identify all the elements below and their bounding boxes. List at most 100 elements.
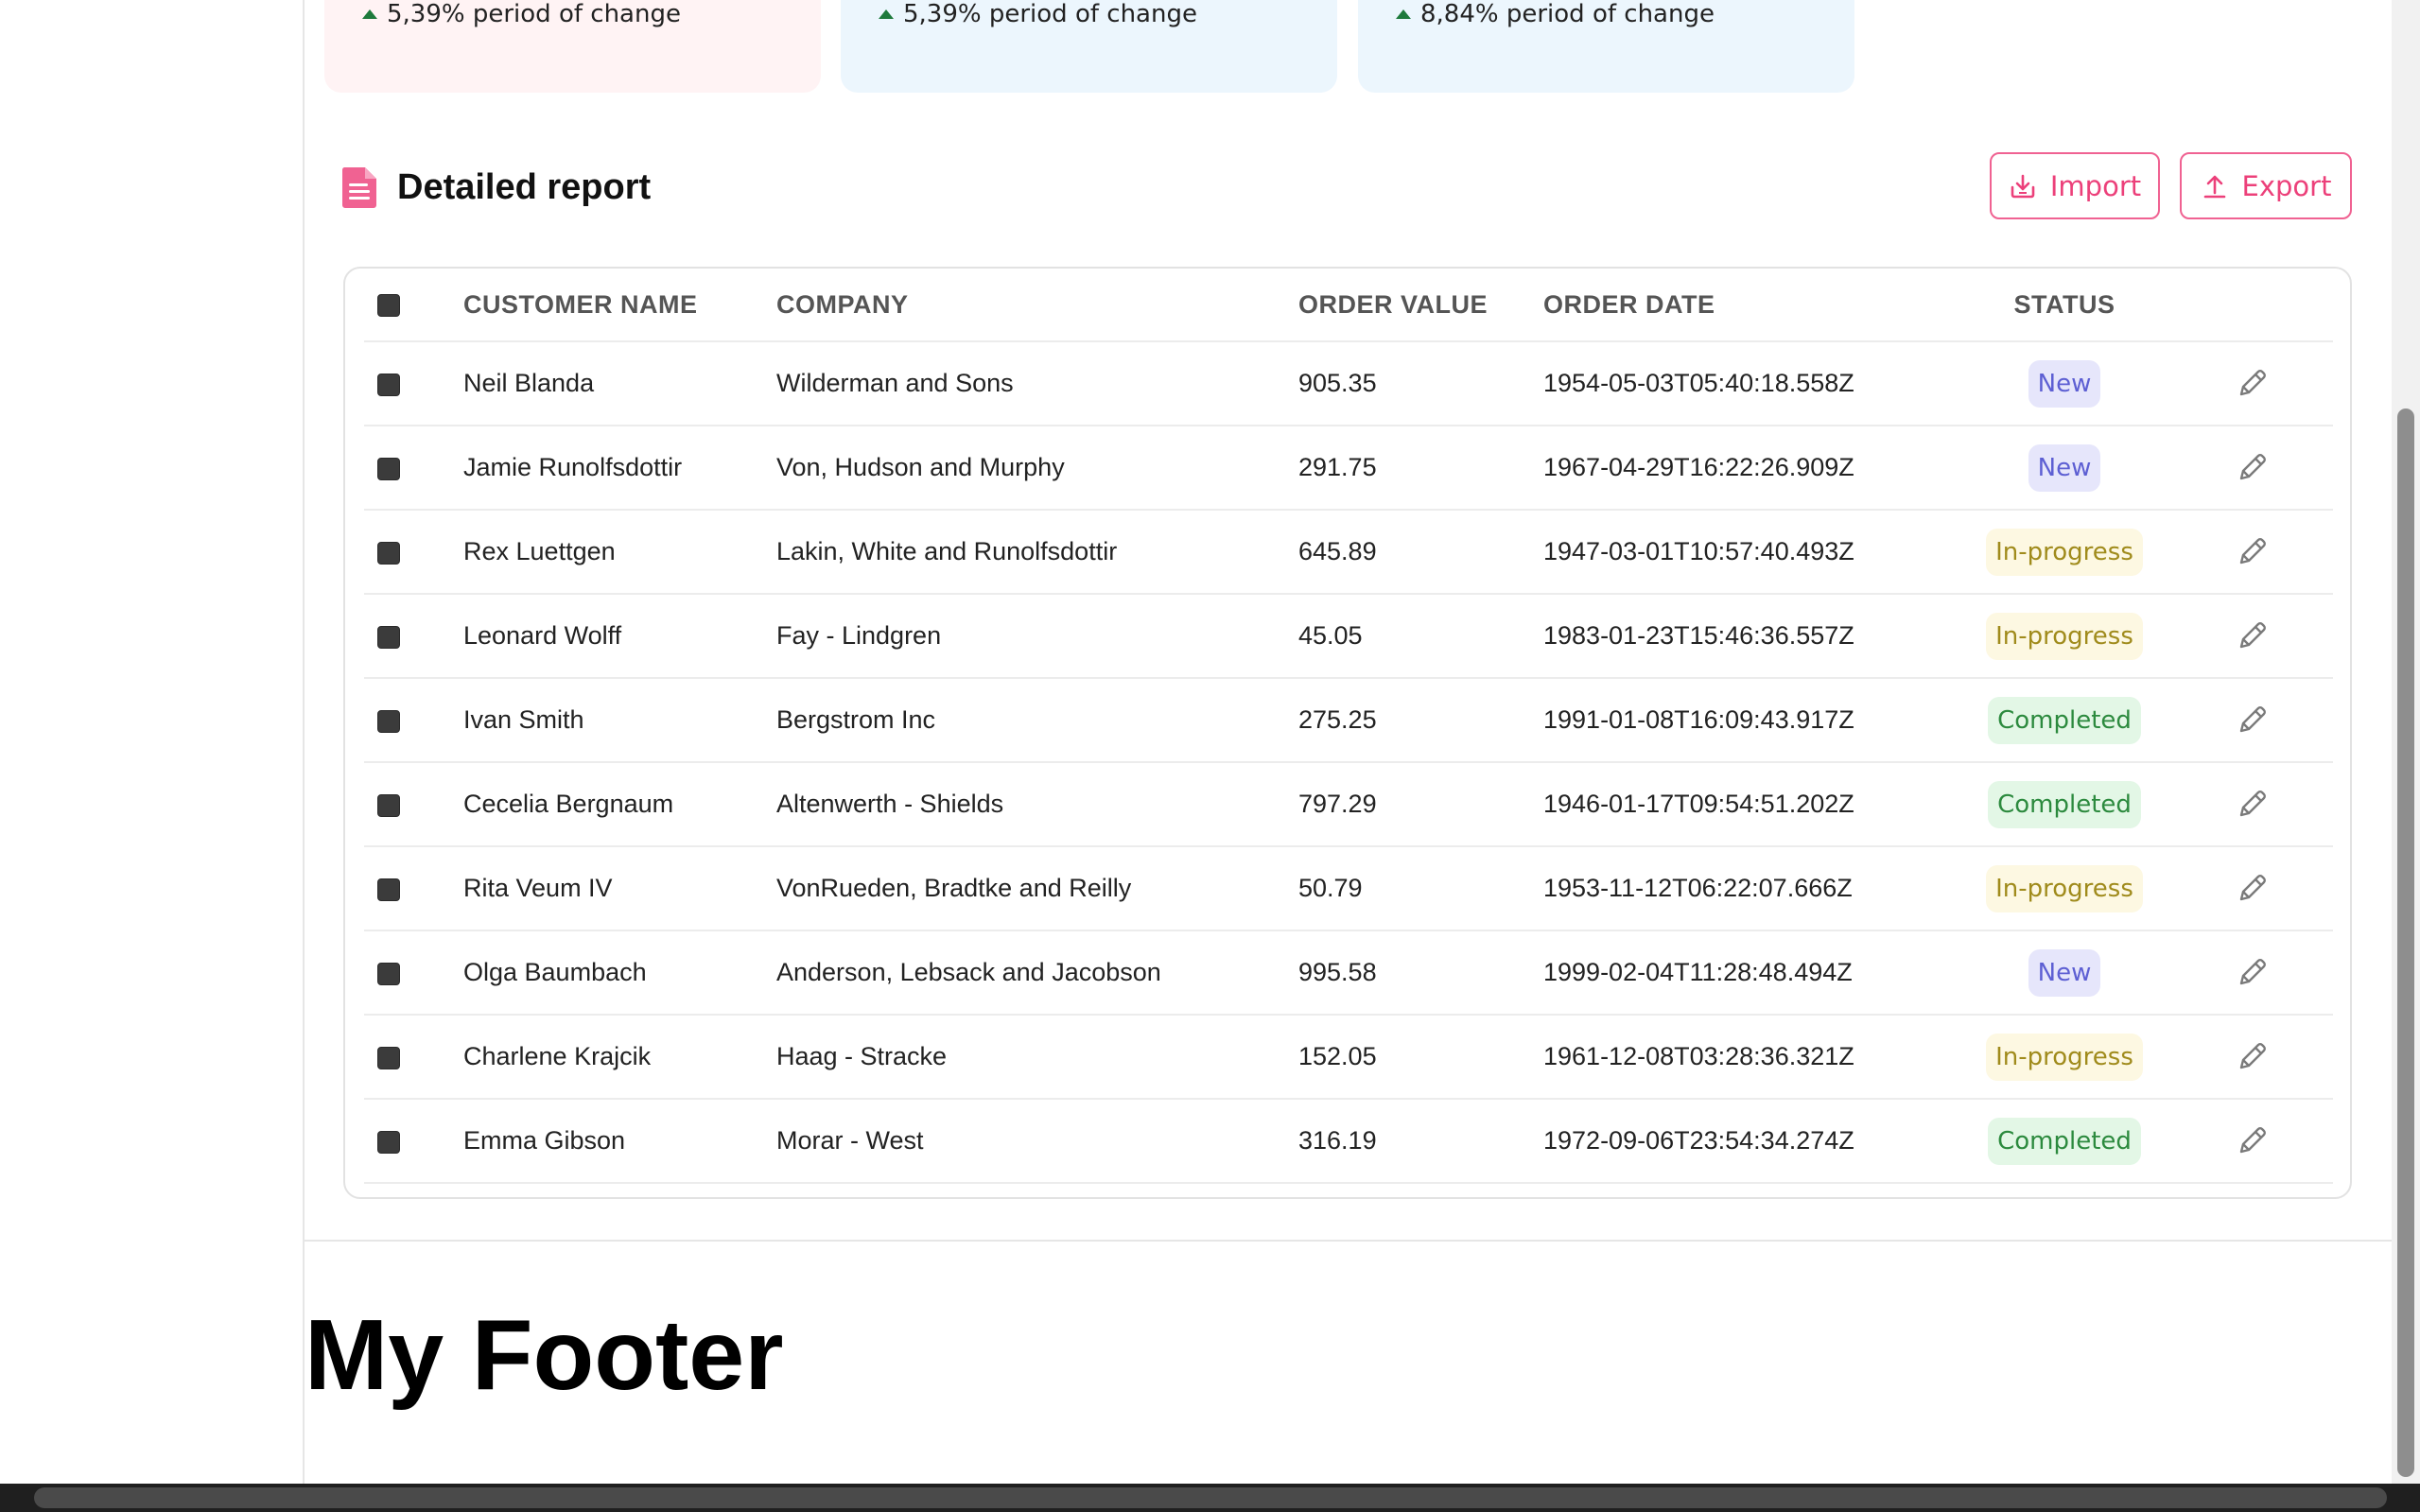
order-value: 995.58 bbox=[1294, 931, 1539, 1016]
horizontal-scrollbar[interactable] bbox=[0, 1484, 2420, 1512]
status-badge: Completed bbox=[1988, 696, 2141, 744]
vertical-scrollbar[interactable] bbox=[2392, 0, 2420, 1484]
order-date: 1953-11-12T06:22:07.666Z bbox=[1539, 847, 1959, 931]
import-button[interactable]: Import bbox=[1990, 152, 2160, 219]
select-all-checkbox[interactable] bbox=[377, 294, 400, 318]
row-checkbox[interactable] bbox=[377, 625, 400, 649]
edit-button[interactable] bbox=[2234, 787, 2270, 823]
table-header-row: CUSTOMER NAME COMPANY ORDER VALUE ORDER … bbox=[364, 269, 2333, 342]
table-row: Cecelia Bergnaum Altenwerth - Shields 797.… bbox=[364, 763, 2333, 847]
order-date: 1999-02-04T11:28:48.494Z bbox=[1539, 931, 1959, 1016]
table-row: Rita Veum IV VonRueden, Bradtke and Reill… bbox=[364, 847, 2333, 931]
table-row: Jamie Runolfsdottir Von, Hudson and Murph… bbox=[364, 426, 2333, 511]
company: Wilderman and Sons bbox=[772, 342, 1294, 426]
edit-button[interactable] bbox=[2234, 1123, 2270, 1159]
document-icon bbox=[341, 167, 376, 208]
row-checkbox[interactable] bbox=[377, 962, 400, 985]
status-cell: Completed bbox=[1959, 679, 2170, 763]
customer-name: Rex Luettgen bbox=[459, 511, 772, 595]
order-date: 1983-01-23T15:46:36.557Z bbox=[1539, 595, 1959, 679]
horizontal-scrollbar-thumb[interactable] bbox=[34, 1487, 2387, 1508]
stat-change: 5,39% period of change bbox=[879, 0, 1197, 28]
company: Morar - West bbox=[772, 1100, 1294, 1184]
status-cell: Completed bbox=[1959, 1100, 2170, 1184]
edit-cell bbox=[2170, 342, 2333, 426]
order-date: 1991-01-08T16:09:43.917Z bbox=[1539, 679, 1959, 763]
order-date: 1972-09-06T23:54:34.274Z bbox=[1539, 1100, 1959, 1184]
footer-title: My Footer bbox=[305, 1299, 784, 1411]
row-checkbox[interactable] bbox=[377, 878, 400, 901]
pencil-icon bbox=[2239, 874, 2266, 900]
order-value: 152.05 bbox=[1294, 1016, 1539, 1100]
company: Bergstrom Inc bbox=[772, 679, 1294, 763]
stat-change-label: 8,84% period of change bbox=[1420, 0, 1715, 28]
table-row: Olga Baumbach Anderson, Lebsack and Jacob… bbox=[364, 931, 2333, 1016]
customer-name: Charlene Krajcik bbox=[459, 1016, 772, 1100]
order-date: 1954-05-03T05:40:18.558Z bbox=[1539, 342, 1959, 426]
header-order-value: ORDER VALUE bbox=[1294, 269, 1539, 342]
status-cell: In-progress bbox=[1959, 847, 2170, 931]
row-checkbox-cell bbox=[364, 595, 459, 679]
edit-cell bbox=[2170, 426, 2333, 511]
edit-button[interactable] bbox=[2234, 1039, 2270, 1075]
header-customer-name: CUSTOMER NAME bbox=[459, 269, 772, 342]
status-badge: Completed bbox=[1988, 1117, 2141, 1165]
edit-button[interactable] bbox=[2234, 534, 2270, 570]
import-icon bbox=[2011, 174, 2035, 198]
status-badge: In-progress bbox=[1986, 612, 2143, 660]
header-order-date: ORDER DATE bbox=[1539, 269, 1959, 342]
order-date: 1946-01-17T09:54:51.202Z bbox=[1539, 763, 1959, 847]
order-value: 905.35 bbox=[1294, 342, 1539, 426]
vertical-scrollbar-thumb[interactable] bbox=[2397, 408, 2414, 1477]
company: Haag - Stracke bbox=[772, 1016, 1294, 1100]
status-cell: New bbox=[1959, 931, 2170, 1016]
edit-button[interactable] bbox=[2234, 703, 2270, 739]
edit-button[interactable] bbox=[2234, 366, 2270, 402]
order-value: 45.05 bbox=[1294, 595, 1539, 679]
row-checkbox[interactable] bbox=[377, 541, 400, 565]
report-table: CUSTOMER NAME COMPANY ORDER VALUE ORDER … bbox=[364, 269, 2333, 1184]
row-checkbox[interactable] bbox=[377, 1130, 400, 1154]
order-date: 1967-04-29T16:22:26.909Z bbox=[1539, 426, 1959, 511]
status-badge: New bbox=[2028, 359, 2101, 408]
export-label: Export bbox=[2241, 169, 2332, 202]
edit-button[interactable] bbox=[2234, 618, 2270, 654]
page: 5,39% period of change 5,39% period of c… bbox=[0, 0, 2420, 1512]
edit-cell bbox=[2170, 679, 2333, 763]
customer-name: Neil Blanda bbox=[459, 342, 772, 426]
pencil-icon bbox=[2239, 453, 2266, 479]
row-checkbox[interactable] bbox=[377, 709, 400, 733]
order-date: 1961-12-08T03:28:36.321Z bbox=[1539, 1016, 1959, 1100]
pencil-icon bbox=[2239, 705, 2266, 732]
export-button[interactable]: Export bbox=[2180, 152, 2352, 219]
edit-button[interactable] bbox=[2234, 450, 2270, 486]
status-cell: Completed bbox=[1959, 763, 2170, 847]
pencil-icon bbox=[2239, 958, 2266, 984]
row-checkbox[interactable] bbox=[377, 457, 400, 480]
status-badge: In-progress bbox=[1986, 864, 2143, 912]
status-cell: New bbox=[1959, 342, 2170, 426]
table-row: Neil Blanda Wilderman and Sons 905.35 1954-… bbox=[364, 342, 2333, 426]
pencil-icon bbox=[2239, 537, 2266, 564]
stat-change: 5,39% period of change bbox=[362, 0, 681, 28]
header-actions bbox=[2170, 269, 2333, 342]
select-all-cell bbox=[364, 269, 459, 342]
report-table-card: CUSTOMER NAME COMPANY ORDER VALUE ORDER … bbox=[343, 267, 2352, 1199]
row-checkbox-cell bbox=[364, 847, 459, 931]
edit-button[interactable] bbox=[2234, 871, 2270, 907]
stat-change-label: 5,39% period of change bbox=[903, 0, 1197, 28]
edit-button[interactable] bbox=[2234, 955, 2270, 991]
header-status: STATUS bbox=[1959, 269, 2170, 342]
up-arrow-icon bbox=[1396, 9, 1411, 19]
up-arrow-icon bbox=[879, 9, 894, 19]
row-checkbox-cell bbox=[364, 426, 459, 511]
row-checkbox[interactable] bbox=[377, 793, 400, 817]
row-checkbox[interactable] bbox=[377, 1046, 400, 1069]
order-value: 797.29 bbox=[1294, 763, 1539, 847]
row-checkbox[interactable] bbox=[377, 373, 400, 396]
edit-cell bbox=[2170, 1100, 2333, 1184]
status-cell: In-progress bbox=[1959, 595, 2170, 679]
order-value: 316.19 bbox=[1294, 1100, 1539, 1184]
status-cell: New bbox=[1959, 426, 2170, 511]
edit-cell bbox=[2170, 931, 2333, 1016]
